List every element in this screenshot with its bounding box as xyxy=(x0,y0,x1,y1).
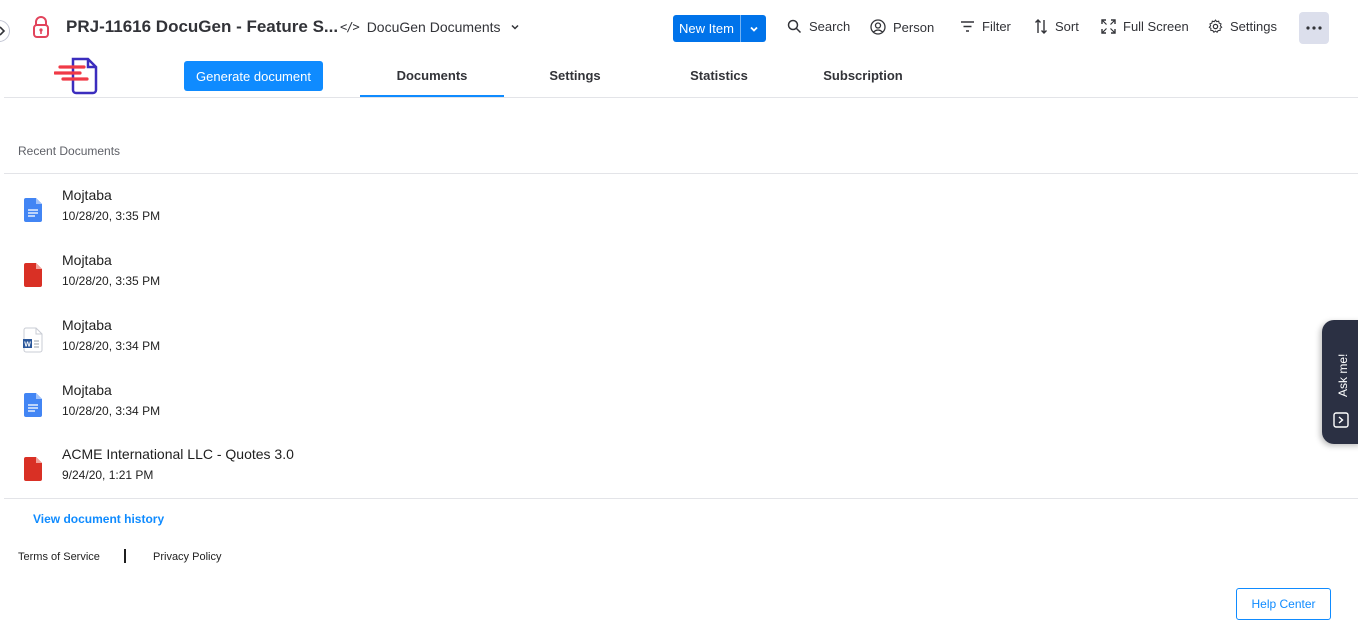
terms-link[interactable]: Terms of Service xyxy=(18,551,100,563)
document-name[interactable]: Mojtaba xyxy=(62,252,112,268)
person-icon xyxy=(870,19,886,35)
new-item-label: New Item xyxy=(679,21,734,36)
document-row[interactable]: Mojtaba 10/28/20, 3:34 PM xyxy=(20,382,620,432)
full-screen-button[interactable]: Full Screen xyxy=(1101,19,1189,34)
generate-document-button[interactable]: Generate document xyxy=(184,61,323,91)
chevron-down-icon xyxy=(749,26,758,32)
new-item-button[interactable]: New Item xyxy=(673,15,766,42)
section-title: Recent Documents xyxy=(18,144,121,158)
settings-label: Settings xyxy=(1230,19,1277,34)
full-screen-icon xyxy=(1101,19,1116,34)
chevron-right-icon xyxy=(0,26,6,36)
view-history-link[interactable]: View document history xyxy=(33,512,164,526)
section-divider xyxy=(4,173,1358,174)
chat-toggle-icon xyxy=(1333,412,1349,428)
new-item-dropdown[interactable] xyxy=(741,23,766,35)
sort-label: Sort xyxy=(1055,19,1079,34)
docugen-logo xyxy=(54,57,98,95)
document-date: 9/24/20, 1:21 PM xyxy=(62,468,154,482)
document-date: 10/28/20, 3:35 PM xyxy=(62,274,161,288)
help-center-button[interactable]: Help Center xyxy=(1236,588,1331,620)
search-label: Search xyxy=(809,19,851,34)
more-options-button[interactable] xyxy=(1299,12,1329,44)
svg-text:W: W xyxy=(24,341,31,348)
lock-icon xyxy=(33,16,49,38)
google-doc-icon xyxy=(24,393,42,417)
filter-icon xyxy=(961,21,974,32)
footer-separator xyxy=(124,549,126,563)
code-icon: </> xyxy=(340,20,360,34)
filter-label: Filter xyxy=(982,19,1011,34)
privacy-link[interactable]: Privacy Policy xyxy=(153,551,221,563)
ask-me-label: Ask me! xyxy=(1336,353,1350,397)
document-row[interactable]: Mojtaba 10/28/20, 3:35 PM xyxy=(20,252,620,302)
document-name[interactable]: Mojtaba xyxy=(62,382,112,398)
google-doc-icon xyxy=(24,198,42,222)
document-row[interactable]: Mojtaba 10/28/20, 3:35 PM xyxy=(20,187,620,237)
settings-button[interactable]: Settings xyxy=(1208,19,1277,34)
person-label: Person xyxy=(893,19,935,35)
tab-settings[interactable]: Settings xyxy=(503,68,647,83)
view-selector[interactable]: </> DocuGen Documents xyxy=(340,19,521,35)
chevron-down-icon xyxy=(511,24,519,30)
more-dots-icon xyxy=(1306,26,1322,30)
view-name: DocuGen Documents xyxy=(366,19,501,35)
sort-button[interactable]: Sort xyxy=(1034,19,1079,34)
search-icon xyxy=(787,19,802,34)
document-date: 10/28/20, 3:34 PM xyxy=(62,339,161,353)
pdf-icon xyxy=(24,263,42,287)
word-doc-icon: W xyxy=(23,327,43,353)
search-button[interactable]: Search xyxy=(787,19,850,34)
sort-icon xyxy=(1035,19,1047,34)
tab-statistics[interactable]: Statistics xyxy=(647,68,791,83)
document-name[interactable]: Mojtaba xyxy=(62,187,112,203)
person-filter-button[interactable]: Person xyxy=(870,19,934,35)
header-divider xyxy=(4,97,1358,98)
document-name[interactable]: ACME International LLC - Quotes 3.0 xyxy=(62,446,294,462)
filter-button[interactable]: Filter xyxy=(960,19,1011,34)
document-date: 10/28/20, 3:34 PM xyxy=(62,404,161,418)
tab-documents[interactable]: Documents xyxy=(360,68,504,83)
list-divider xyxy=(4,498,1358,499)
ask-me-tab[interactable]: Ask me! xyxy=(1322,320,1358,444)
sidebar-collapse-button[interactable] xyxy=(0,20,10,42)
document-name[interactable]: Mojtaba xyxy=(62,317,112,333)
document-row[interactable]: W Mojtaba 10/28/20, 3:34 PM xyxy=(20,317,620,367)
document-row[interactable]: ACME International LLC - Quotes 3.0 9/24… xyxy=(20,446,620,496)
document-date: 10/28/20, 3:35 PM xyxy=(62,209,161,223)
board-title[interactable]: PRJ-11616 DocuGen - Feature S... xyxy=(66,17,338,37)
full-screen-label: Full Screen xyxy=(1123,19,1189,34)
gear-icon xyxy=(1208,19,1223,33)
tab-subscription[interactable]: Subscription xyxy=(791,68,935,83)
pdf-icon xyxy=(24,457,42,481)
